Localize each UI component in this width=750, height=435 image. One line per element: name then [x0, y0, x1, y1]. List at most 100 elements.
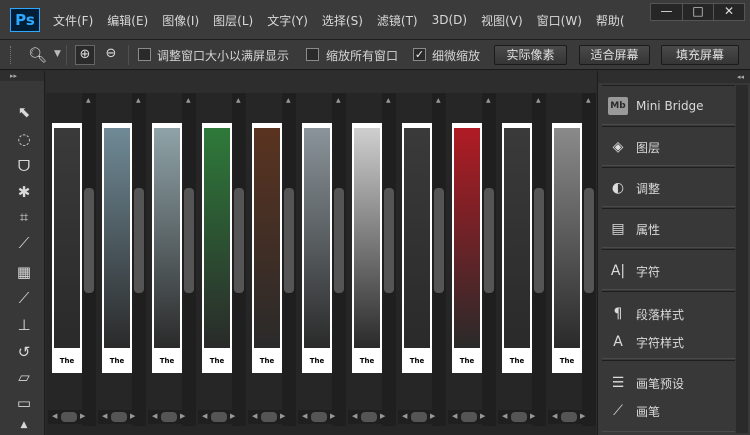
scroll-thumb[interactable]: [184, 188, 194, 293]
scroll-left-icon[interactable]: ◀: [452, 412, 457, 420]
zoom-out-button[interactable]: ⊖: [101, 45, 121, 65]
scroll-up-icon[interactable]: ▲: [286, 97, 291, 104]
brush-presets-panel-button[interactable]: ☰ 画笔预设: [608, 371, 684, 395]
menu-select[interactable]: 选择(S): [322, 12, 363, 29]
tools-collapse-icon[interactable]: ▸▸: [0, 71, 44, 81]
vertical-scrollbar[interactable]: ▲ ▼: [232, 93, 246, 426]
horizontal-scrollbar[interactable]: ◀ ▶: [398, 410, 446, 424]
vertical-scrollbar[interactable]: ▲ ▼: [432, 93, 446, 426]
fill-screen-button[interactable]: 填充屏幕: [661, 45, 739, 65]
chevron-down-icon[interactable]: ▼: [54, 49, 61, 59]
horizontal-scrollbar[interactable]: ◀ ▶: [248, 410, 296, 424]
scroll-up-icon[interactable]: ▲: [386, 97, 391, 104]
panel-dock-scrollbar[interactable]: [736, 85, 748, 433]
scroll-left-icon[interactable]: ◀: [252, 412, 257, 420]
scroll-up-icon[interactable]: ▲: [536, 97, 541, 104]
horizontal-scrollbar[interactable]: ◀ ▶: [198, 410, 246, 424]
scroll-thumb[interactable]: [511, 412, 527, 422]
document-window[interactable]: The ▲ ▼: [348, 93, 398, 426]
document-window[interactable]: The ▲ ▼: [148, 93, 198, 426]
vertical-scrollbar[interactable]: ▲ ▼: [132, 93, 146, 426]
scroll-thumb[interactable]: [261, 412, 277, 422]
healing-brush-tool-icon[interactable]: ▦: [12, 261, 36, 283]
scroll-thumb[interactable]: [311, 412, 327, 422]
scroll-up-icon[interactable]: ▲: [136, 97, 141, 104]
menu-help[interactable]: 帮助(: [596, 12, 625, 29]
menu-view[interactable]: 视图(V): [481, 12, 523, 29]
horizontal-scrollbar[interactable]: ◀ ▶: [498, 410, 546, 424]
menu-layer[interactable]: 图层(L): [213, 12, 253, 29]
restore-button[interactable]: □: [682, 4, 713, 20]
fit-screen-button[interactable]: 适合屏幕: [579, 45, 650, 65]
scroll-right-icon[interactable]: ▶: [430, 412, 435, 420]
document-canvas[interactable]: The: [252, 123, 282, 373]
scroll-thumb[interactable]: [211, 412, 227, 422]
horizontal-scrollbar[interactable]: ◀ ▶: [348, 410, 396, 424]
close-button[interactable]: ✕: [713, 4, 744, 20]
mini-bridge-panel-button[interactable]: Mb Mini Bridge: [608, 94, 704, 118]
brush-tool-icon[interactable]: ⟋: [12, 287, 36, 309]
scroll-thumb[interactable]: [384, 188, 394, 293]
scroll-right-icon[interactable]: ▶: [180, 412, 185, 420]
document-canvas[interactable]: The: [402, 123, 432, 373]
scroll-thumb[interactable]: [134, 188, 144, 293]
vertical-scrollbar[interactable]: ▲ ▼: [282, 93, 296, 426]
scroll-thumb[interactable]: [61, 412, 77, 422]
document-window[interactable]: The ▲ ▼: [298, 93, 348, 426]
scroll-thumb[interactable]: [334, 188, 344, 293]
scroll-right-icon[interactable]: ▶: [480, 412, 485, 420]
vertical-scrollbar[interactable]: ▲ ▼: [382, 93, 396, 426]
character-styles-panel-button[interactable]: A 字符样式: [608, 330, 684, 354]
move-tool-icon[interactable]: ⬉: [12, 101, 36, 123]
scroll-up-icon[interactable]: ▲: [86, 97, 91, 104]
scroll-thumb[interactable]: [411, 412, 427, 422]
crop-tool-icon[interactable]: ⌗: [12, 206, 36, 228]
scroll-up-icon[interactable]: ▲: [436, 97, 441, 104]
scroll-up-icon[interactable]: ▲: [186, 97, 191, 104]
scroll-right-icon[interactable]: ▶: [330, 412, 335, 420]
document-window[interactable]: The ▲ ▼: [198, 93, 248, 426]
scroll-right-icon[interactable]: ▶: [280, 412, 285, 420]
scroll-right-icon[interactable]: ▶: [380, 412, 385, 420]
more-tools-icon[interactable]: ▲: [12, 414, 36, 435]
menu-type[interactable]: 文字(Y): [267, 12, 308, 29]
document-canvas[interactable]: The: [202, 123, 232, 373]
scroll-left-icon[interactable]: ◀: [502, 412, 507, 420]
vertical-scrollbar[interactable]: ▲ ▼: [582, 93, 596, 426]
scroll-left-icon[interactable]: ◀: [102, 412, 107, 420]
scroll-thumb[interactable]: [461, 412, 477, 422]
scroll-thumb[interactable]: [584, 188, 594, 293]
document-window[interactable]: The ▲ ▼: [448, 93, 498, 426]
menu-edit[interactable]: 编辑(E): [107, 12, 148, 29]
scroll-up-icon[interactable]: ▲: [486, 97, 491, 104]
resize-windows-checkbox[interactable]: [138, 48, 151, 61]
scroll-thumb[interactable]: [84, 188, 94, 293]
scroll-thumb[interactable]: [434, 188, 444, 293]
scroll-left-icon[interactable]: ◀: [352, 412, 357, 420]
brush-panel-button[interactable]: ⟋ 画笔: [608, 399, 660, 423]
layers-panel-button[interactable]: ◈ 图层: [608, 135, 660, 159]
character-panel-button[interactable]: A| 字符: [608, 259, 660, 283]
menu-file[interactable]: 文件(F): [53, 12, 93, 29]
document-window[interactable]: The ▲ ▼: [48, 93, 98, 426]
marquee-tool-icon[interactable]: ◌: [12, 128, 36, 150]
scroll-up-icon[interactable]: ▲: [336, 97, 341, 104]
scroll-up-icon[interactable]: ▲: [586, 97, 591, 104]
eraser-tool-icon[interactable]: ▱: [12, 366, 36, 388]
menu-filter[interactable]: 滤镜(T): [377, 12, 418, 29]
vertical-scrollbar[interactable]: ▲ ▼: [482, 93, 496, 426]
scroll-right-icon[interactable]: ▶: [580, 412, 585, 420]
history-brush-tool-icon[interactable]: ↺: [12, 341, 36, 363]
zoom-tool-preset-icon[interactable]: 🔍︎: [28, 46, 47, 64]
horizontal-scrollbar[interactable]: ◀ ▶: [448, 410, 496, 424]
menu-image[interactable]: 图像(I): [162, 12, 199, 29]
document-window[interactable]: The ▲ ▼: [498, 93, 548, 426]
horizontal-scrollbar[interactable]: ◀ ▶: [148, 410, 196, 424]
document-canvas[interactable]: The: [152, 123, 182, 373]
properties-panel-button[interactable]: ▤ 属性: [608, 217, 660, 241]
paragraph-styles-panel-button[interactable]: ¶ 段落样式: [608, 302, 684, 326]
document-canvas[interactable]: The: [302, 123, 332, 373]
scroll-thumb[interactable]: [284, 188, 294, 293]
eyedropper-tool-icon[interactable]: ⟋: [12, 232, 36, 254]
scrubby-zoom-checkbox[interactable]: ✓: [413, 48, 426, 61]
